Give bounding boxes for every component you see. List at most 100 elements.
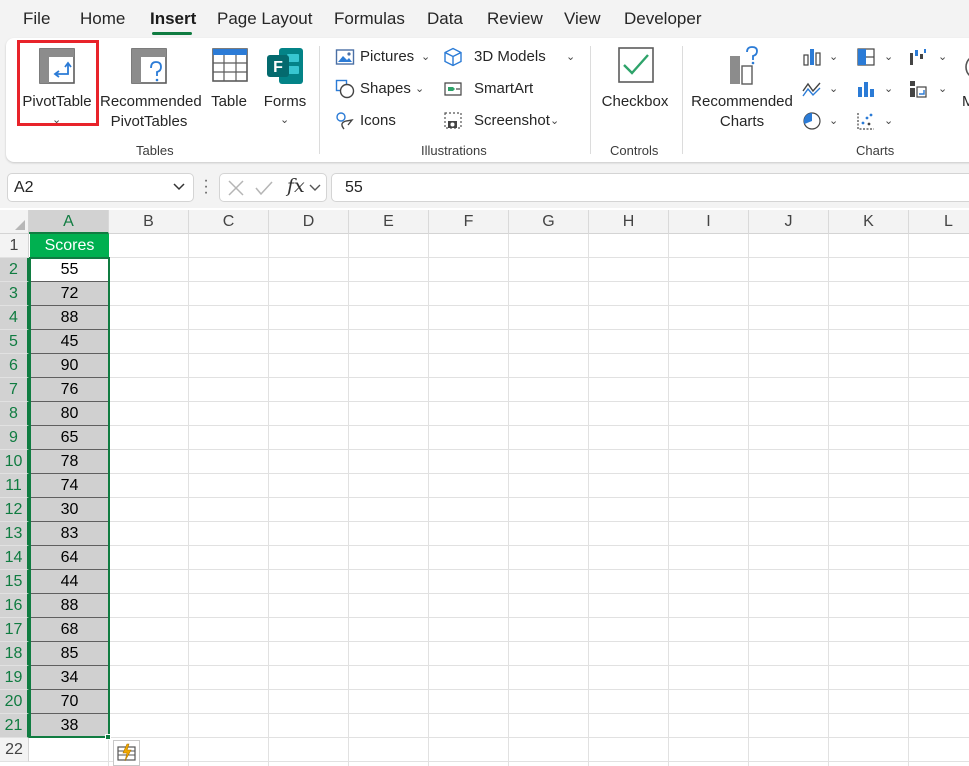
score-cell[interactable]: 68 bbox=[30, 618, 109, 642]
score-cell[interactable]: 72 bbox=[30, 282, 109, 306]
row-header[interactable]: 14 bbox=[0, 546, 29, 570]
row-header[interactable]: 7 bbox=[0, 378, 29, 402]
row-header[interactable]: 11 bbox=[0, 474, 29, 498]
enter-check-icon[interactable] bbox=[255, 179, 273, 197]
score-cell[interactable]: 85 bbox=[30, 642, 109, 666]
score-cell[interactable]: 70 bbox=[30, 690, 109, 714]
statistic-chart-button[interactable]: ⌄ bbox=[856, 77, 896, 101]
column-header-c[interactable]: C bbox=[189, 210, 269, 234]
row-header[interactable]: 9 bbox=[0, 426, 29, 450]
score-cell[interactable]: 34 bbox=[30, 666, 109, 690]
forms-button[interactable]: F Forms ⌄ bbox=[259, 42, 311, 126]
quick-analysis-button[interactable] bbox=[113, 740, 140, 766]
row-header[interactable]: 17 bbox=[0, 618, 29, 642]
row-header[interactable]: 13 bbox=[0, 522, 29, 546]
column-header-e[interactable]: E bbox=[349, 210, 429, 234]
tab-view[interactable]: View bbox=[564, 9, 601, 29]
tab-data[interactable]: Data bbox=[427, 9, 463, 29]
pictures-button[interactable]: Pictures ⌄ bbox=[335, 45, 431, 69]
row-header[interactable]: 21 bbox=[0, 714, 29, 738]
line-chart-button[interactable]: ⌄ bbox=[802, 77, 842, 101]
score-cell[interactable]: 45 bbox=[30, 330, 109, 354]
score-cell[interactable]: 64 bbox=[30, 546, 109, 570]
tab-file[interactable]: File bbox=[23, 9, 50, 29]
row-header[interactable]: 15 bbox=[0, 570, 29, 594]
column-header-f[interactable]: F bbox=[429, 210, 509, 234]
hierarchy-chart-button[interactable]: ⌄ bbox=[856, 45, 896, 69]
row-header[interactable]: 1 bbox=[0, 234, 29, 258]
score-cell[interactable]: 44 bbox=[30, 570, 109, 594]
recommended-pivottables-button[interactable]: Recommended PivotTables bbox=[100, 42, 202, 130]
tab-page-layout[interactable]: Page Layout bbox=[217, 9, 312, 29]
row-header[interactable]: 22 bbox=[0, 738, 29, 762]
score-cell[interactable]: 65 bbox=[30, 426, 109, 450]
scatter-chart-icon bbox=[857, 113, 874, 130]
group-label-tables: Tables bbox=[136, 143, 174, 158]
chevron-down-icon[interactable] bbox=[308, 181, 322, 195]
tab-home[interactable]: Home bbox=[80, 9, 125, 29]
maps-button[interactable]: M bbox=[959, 42, 969, 112]
score-cell[interactable]: 76 bbox=[30, 378, 109, 402]
tab-developer[interactable]: Developer bbox=[624, 9, 702, 29]
row-header[interactable]: 2 bbox=[0, 258, 29, 282]
column-header-g[interactable]: G bbox=[509, 210, 589, 234]
formula-input[interactable]: 55 bbox=[331, 173, 969, 202]
score-cell[interactable]: 90 bbox=[30, 354, 109, 378]
column-header-k[interactable]: K bbox=[829, 210, 909, 234]
row-header[interactable]: 3 bbox=[0, 282, 29, 306]
shapes-label: Shapes bbox=[360, 80, 411, 97]
column-header-d[interactable]: D bbox=[269, 210, 349, 234]
column-header-l[interactable]: L bbox=[909, 210, 969, 234]
row-header[interactable]: 20 bbox=[0, 690, 29, 714]
row-header[interactable]: 19 bbox=[0, 666, 29, 690]
header-cell-scores[interactable]: Scores bbox=[30, 234, 109, 258]
row-header[interactable]: 10 bbox=[0, 450, 29, 474]
row-header[interactable]: 6 bbox=[0, 354, 29, 378]
row-header[interactable]: 8 bbox=[0, 402, 29, 426]
score-cell[interactable]: 38 bbox=[30, 714, 109, 738]
fill-handle[interactable] bbox=[105, 734, 111, 740]
column-header-i[interactable]: I bbox=[669, 210, 749, 234]
screenshot-button[interactable]: Screenshot ⌄ bbox=[443, 109, 577, 133]
more-options-icon[interactable]: · · · bbox=[201, 173, 211, 201]
column-chart-button[interactable]: ⌄ bbox=[802, 45, 842, 69]
checkbox-button[interactable]: Checkbox bbox=[598, 42, 672, 112]
icons-button[interactable]: Icons bbox=[335, 109, 405, 133]
row-header[interactable]: 18 bbox=[0, 642, 29, 666]
score-cell[interactable]: 88 bbox=[30, 306, 109, 330]
pie-chart-button[interactable]: ⌄ bbox=[802, 109, 842, 133]
row-header[interactable]: 4 bbox=[0, 306, 29, 330]
chevron-down-icon[interactable] bbox=[172, 180, 186, 194]
select-all-button[interactable] bbox=[0, 210, 29, 234]
insert-function-button[interactable]: fx bbox=[287, 175, 305, 197]
tab-formulas[interactable]: Formulas bbox=[334, 9, 405, 29]
score-cell[interactable]: 78 bbox=[30, 450, 109, 474]
score-cell[interactable]: 88 bbox=[30, 594, 109, 618]
shapes-button[interactable]: Shapes ⌄ bbox=[335, 77, 431, 101]
table-button[interactable]: Table bbox=[204, 42, 254, 112]
name-box[interactable]: A2 bbox=[7, 173, 194, 202]
score-cell[interactable]: 83 bbox=[30, 522, 109, 546]
scatter-chart-button[interactable]: ⌄ bbox=[856, 109, 896, 133]
column-header-j[interactable]: J bbox=[749, 210, 829, 234]
column-chart-icon bbox=[803, 49, 821, 66]
score-cell[interactable]: 30 bbox=[30, 498, 109, 522]
sheet-gridlines[interactable] bbox=[29, 234, 969, 766]
3d-models-button[interactable]: 3D Models ⌄ bbox=[443, 45, 577, 69]
cancel-icon[interactable] bbox=[227, 179, 245, 197]
column-header-h[interactable]: H bbox=[589, 210, 669, 234]
tab-insert[interactable]: Insert bbox=[150, 9, 196, 29]
score-cell[interactable]: 80 bbox=[30, 402, 109, 426]
score-cell[interactable]: 74 bbox=[30, 474, 109, 498]
column-header-b[interactable]: B bbox=[109, 210, 189, 234]
pivotchart-button[interactable]: ⌄ bbox=[908, 77, 950, 101]
row-header[interactable]: 5 bbox=[0, 330, 29, 354]
waterfall-chart-button[interactable]: ⌄ bbox=[908, 45, 950, 69]
tab-review[interactable]: Review bbox=[487, 9, 543, 29]
row-header[interactable]: 16 bbox=[0, 594, 29, 618]
smartart-button[interactable]: SmartArt bbox=[443, 77, 553, 101]
score-cell[interactable]: 55 bbox=[30, 258, 109, 282]
column-header-a[interactable]: A bbox=[29, 210, 109, 234]
row-header[interactable]: 12 bbox=[0, 498, 29, 522]
recommended-charts-button[interactable]: Recommended Charts bbox=[690, 42, 794, 130]
